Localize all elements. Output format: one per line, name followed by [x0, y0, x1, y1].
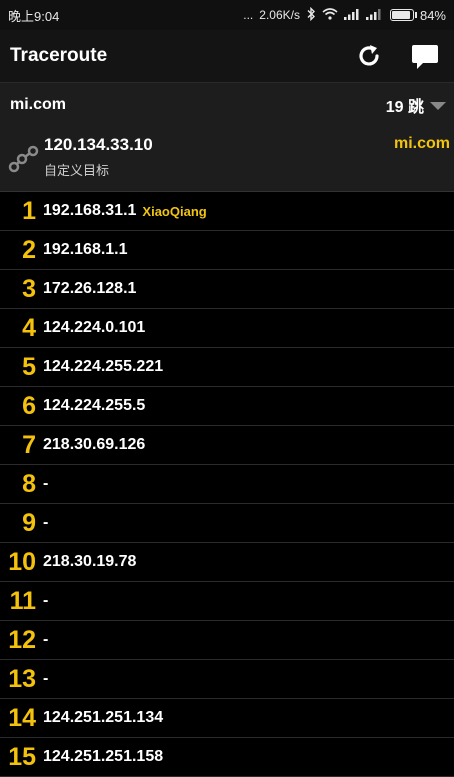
hop-number: 8	[22, 470, 36, 498]
hop-count-label: 19 跳	[385, 99, 424, 116]
hop-ip: 218.30.69.126	[43, 436, 146, 453]
hop-number: 12	[8, 626, 36, 654]
hop-row[interactable]: 4 124.224.0.101	[0, 309, 454, 348]
hop-row[interactable]: 12-	[0, 621, 454, 660]
hop-number: 4	[22, 314, 36, 342]
battery-level: 84%	[419, 7, 446, 23]
dropdown-caret-icon	[430, 102, 446, 110]
hop-ip: 124.251.251.158	[43, 748, 164, 765]
hop-ip: 192.168.1.1	[43, 241, 128, 258]
dots-indicator: ...	[243, 8, 254, 22]
signal-icon	[365, 8, 382, 23]
hop-ip: -	[43, 631, 49, 648]
hop-row[interactable]: 9-	[0, 504, 454, 543]
hop-ip: -	[43, 514, 49, 531]
bluetooth-icon	[306, 6, 316, 24]
status-bar: 晚上9:04 ... 2.06K/s 84%	[0, 0, 454, 30]
hop-ip: 218.30.19.78	[43, 553, 137, 570]
hop-ip: 192.168.31.1	[43, 202, 137, 219]
hop-list: 1 192.168.31.1 XiaoQiang 2 192.168.1.1 3 172…	[0, 192, 454, 777]
hop-number: 1	[22, 197, 36, 225]
hop-number: 11	[9, 587, 36, 615]
hop-hostname: XiaoQiang	[142, 203, 207, 219]
battery-icon	[389, 9, 417, 21]
refresh-icon	[359, 45, 379, 66]
hop-ip: 172.26.128.1	[43, 280, 137, 297]
page-title: Traceroute	[10, 45, 108, 66]
target-destination: mi.com	[393, 135, 450, 152]
target-panel: mi.com 19 跳 120.134.33.10 自定义目标 mi.com	[0, 83, 454, 192]
status-icons: ... 2.06K/s 84%	[243, 6, 446, 24]
route-icon	[8, 145, 39, 173]
hop-ip: -	[43, 670, 49, 687]
hop-number: 3	[22, 275, 36, 303]
hop-ip: -	[43, 475, 49, 492]
hop-number: 9	[22, 509, 36, 537]
hop-number: 6	[22, 392, 36, 420]
hop-row[interactable]: 11-	[0, 582, 454, 621]
app-toolbar: Traceroute	[0, 30, 454, 83]
hop-ip: -	[43, 592, 49, 609]
hop-row[interactable]: 10 218.30.19.78	[0, 543, 454, 582]
hop-count-select[interactable]: 19 跳	[386, 93, 446, 117]
hop-ip: 124.224.255.5	[43, 397, 146, 414]
hop-row[interactable]: 15 124.251.251.158	[0, 738, 454, 777]
signal-icon	[343, 8, 360, 23]
target-host: mi.com	[10, 96, 67, 113]
chat-button[interactable]	[410, 41, 440, 71]
hop-ip: 124.224.0.101	[43, 319, 146, 336]
hop-number: 15	[8, 743, 36, 771]
hop-row[interactable]: 13-	[0, 660, 454, 699]
hop-number: 10	[8, 548, 36, 576]
status-time: 晚上9:04	[8, 8, 60, 24]
hop-row[interactable]: 3 172.26.128.1	[0, 270, 454, 309]
target-detail[interactable]: 120.134.33.10 自定义目标 mi.com	[0, 127, 454, 191]
hop-number: 13	[8, 665, 36, 693]
hop-ip: 124.251.251.134	[43, 709, 164, 726]
hop-number: 5	[22, 353, 36, 381]
hop-number: 2	[22, 236, 36, 264]
target-ip: 120.134.33.10	[44, 135, 153, 154]
net-speed: 2.06K/s	[259, 8, 300, 22]
hop-number: 14	[8, 704, 36, 732]
hop-ip: 124.224.255.221	[43, 358, 164, 375]
hop-row[interactable]: 5 124.224.255.221	[0, 348, 454, 387]
hop-row[interactable]: 6 124.224.255.5	[0, 387, 454, 426]
wifi-icon	[322, 7, 338, 23]
hop-row[interactable]: 2 192.168.1.1	[0, 231, 454, 270]
hop-number: 7	[22, 431, 36, 459]
hop-row[interactable]: 14 124.251.251.134	[0, 699, 454, 738]
hop-row[interactable]: 8-	[0, 465, 454, 504]
hop-row[interactable]: 7 218.30.69.126	[0, 426, 454, 465]
target-subtitle: 自定义目标	[44, 163, 110, 178]
refresh-button[interactable]	[354, 41, 384, 71]
chat-icon	[412, 45, 438, 69]
hop-row[interactable]: 1 192.168.31.1 XiaoQiang	[0, 192, 454, 231]
